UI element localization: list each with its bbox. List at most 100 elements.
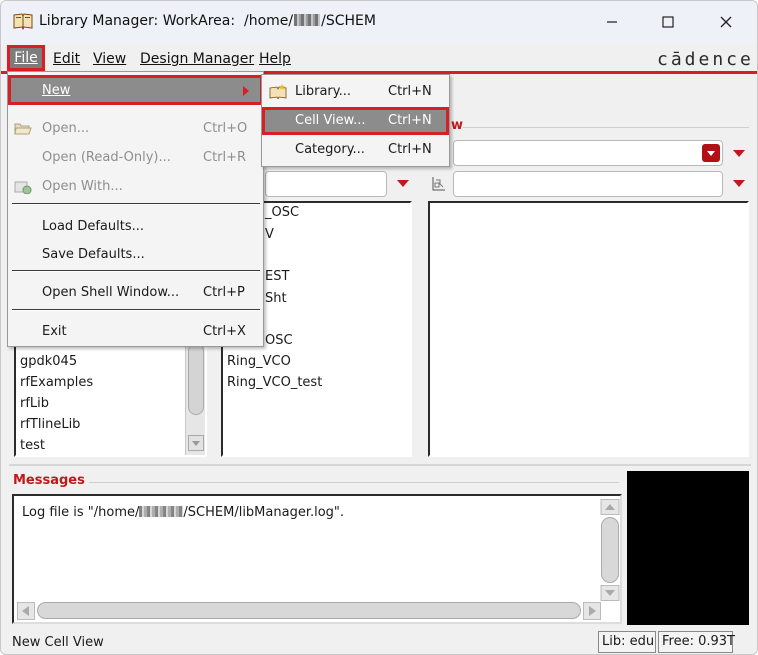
status-lib: Lib: edu [598, 631, 656, 653]
cadence-logo: cādence [657, 49, 754, 70]
status-text: New Cell View [12, 635, 104, 650]
messages-vscroll-thumb[interactable] [601, 517, 619, 583]
open-with-icon [14, 181, 32, 194]
menu-view-label: View [93, 51, 127, 67]
view-list[interactable] [428, 201, 749, 457]
view-filter-menu-arrow-icon[interactable] [733, 150, 745, 157]
library-manager-window: Library Manager: WorkArea: /home//SCHEM … [0, 0, 758, 655]
new-library-label: Library... [295, 84, 351, 99]
view-panel-divider [463, 127, 749, 128]
filter-view-icon [432, 177, 445, 191]
file-menu-load-defaults-label: Load Defaults... [42, 219, 144, 234]
redacted-username [294, 14, 321, 26]
library-item[interactable]: test [20, 438, 45, 453]
library-item[interactable]: rfExamples [20, 375, 93, 390]
library-list-scroll-thumb[interactable] [188, 343, 204, 415]
folder-open-icon [14, 123, 32, 135]
title-suffix: /SCHEM [321, 13, 376, 29]
menu-separator [12, 309, 260, 311]
file-menu-exit-shortcut: Ctrl+X [203, 324, 246, 339]
view-filter-dropdown-button[interactable] [702, 144, 720, 162]
cell-item[interactable]: Ring_VCO_test [227, 375, 322, 390]
preview-area [627, 471, 749, 625]
file-menu-save-defaults[interactable]: Save Defaults... [8, 242, 263, 268]
cell-filter-menu-arrow-icon[interactable] [397, 180, 409, 187]
messages-label: Messages [13, 473, 85, 488]
menu-separator [12, 203, 260, 205]
cell-item[interactable]: _OSC [265, 205, 299, 220]
file-menu-open-shell-shortcut: Ctrl+P [203, 285, 245, 300]
scroll-right-arrow-icon[interactable] [583, 602, 601, 620]
file-menu-open-shell-label: Open Shell Window... [42, 285, 180, 300]
maximize-icon [662, 16, 674, 28]
cell-filter-input[interactable] [265, 171, 387, 197]
library-item[interactable]: rfTlineLib [20, 417, 80, 432]
library-item[interactable]: gpdk045 [20, 354, 77, 369]
menu-design-manager[interactable]: Design Manager [140, 51, 254, 67]
view-name-menu-arrow-icon[interactable] [733, 180, 745, 187]
new-library-item[interactable]: Library... Ctrl+N [262, 78, 449, 106]
file-menu-new-label: New [42, 83, 71, 98]
cell-item[interactable]: OSC [265, 333, 293, 348]
file-menu-new[interactable]: New [8, 75, 263, 105]
cell-item[interactable]: V [265, 227, 274, 242]
minimize-button[interactable] [585, 1, 639, 43]
new-category-shortcut: Ctrl+N [388, 142, 432, 157]
view-name-input[interactable] [453, 171, 723, 197]
file-menu-open[interactable]: Open... Ctrl+O [8, 116, 263, 142]
title-prefix: Library Manager: WorkArea: /home/ [39, 13, 294, 29]
close-button[interactable] [699, 1, 753, 43]
menu-separator [12, 270, 260, 272]
file-menu-open-shell[interactable]: Open Shell Window... Ctrl+P [8, 280, 263, 306]
menu-edit[interactable]: Edit [53, 51, 80, 67]
title-bar: Library Manager: WorkArea: /home/ /SCHEM [1, 1, 757, 43]
menu-help[interactable]: Help [259, 51, 291, 67]
messages-vscrollbar[interactable] [600, 499, 620, 601]
file-menu-open-shortcut: Ctrl+O [203, 121, 248, 136]
messages-hscrollbar[interactable] [17, 601, 601, 621]
file-menu-open-readonly[interactable]: Open (Read-Only)... Ctrl+R [8, 145, 263, 171]
file-menu-exit-label: Exit [42, 324, 67, 339]
log-prefix: Log file is "/home/ [22, 505, 140, 520]
cell-item[interactable]: Sht [265, 291, 287, 306]
new-submenu: Library... Ctrl+N Cell View... Ctrl+N Ca… [261, 74, 450, 167]
file-menu-open-label: Open... [42, 121, 90, 136]
log-suffix: /SCHEM/libManager.log". [183, 505, 345, 520]
menu-file[interactable]: File [7, 45, 45, 71]
messages-hscroll-thumb[interactable] [37, 602, 581, 619]
submenu-arrow-icon [243, 86, 249, 96]
scroll-up-arrow-icon[interactable] [600, 499, 620, 515]
menu-help-label: Help [259, 51, 291, 67]
file-menu-open-readonly-label: Open (Read-Only)... [42, 150, 171, 165]
menu-view[interactable]: View [93, 51, 126, 67]
file-menu-load-defaults[interactable]: Load Defaults... [8, 214, 263, 240]
status-free-space: Free: 0.93T [658, 631, 735, 653]
new-cell-view-label: Cell View... [295, 113, 366, 128]
new-category-label: Category... [295, 142, 365, 157]
view-panel-label: w [451, 118, 464, 133]
file-menu-save-defaults-label: Save Defaults... [42, 247, 145, 262]
new-cell-view-shortcut: Ctrl+N [388, 113, 432, 128]
new-cell-view-item[interactable]: Cell View... Ctrl+N [262, 107, 449, 135]
new-library-icon [269, 84, 287, 99]
file-menu-open-with[interactable]: Open With... [8, 174, 263, 200]
new-category-item[interactable]: Category... Ctrl+N [262, 136, 449, 164]
messages-area[interactable]: Log file is "/home/ /SCHEM/libManager.log… [12, 494, 622, 624]
log-message: Log file is "/home/ /SCHEM/libManager.log… [22, 505, 344, 520]
view-filter-combo[interactable] [453, 140, 723, 166]
file-menu-open-readonly-shortcut: Ctrl+R [203, 150, 247, 165]
scroll-down-arrow-icon[interactable] [600, 585, 620, 601]
messages-divider [89, 482, 619, 483]
pane-divider[interactable] [9, 464, 751, 466]
redacted-username [139, 506, 184, 517]
file-menu-exit[interactable]: Exit Ctrl+X [8, 319, 263, 345]
cell-item[interactable]: EST [265, 269, 289, 284]
maximize-button[interactable] [641, 1, 695, 43]
cell-item[interactable]: Ring_VCO [227, 354, 291, 369]
scroll-left-arrow-icon[interactable] [17, 602, 35, 620]
scroll-down-arrow-icon[interactable] [188, 435, 204, 451]
menu-bar: File Edit View Design Manager Help cāden… [1, 43, 757, 74]
menu-edit-label: Edit [53, 51, 81, 67]
library-item[interactable]: rfLib [20, 396, 49, 411]
menu-design-manager-label: Design Manager [140, 51, 255, 67]
